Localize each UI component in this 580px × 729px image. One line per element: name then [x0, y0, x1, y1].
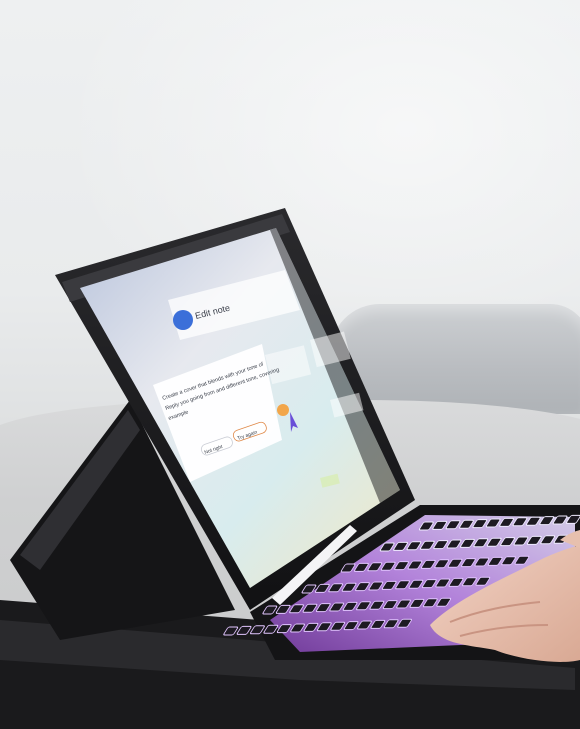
tablet-keyboard-case: Edit note Create a cover that blends wit… [0, 208, 580, 729]
product-photo: Edit note Create a cover that blends wit… [0, 0, 580, 729]
app-logo-icon [173, 310, 193, 330]
assistant-icon [277, 404, 289, 416]
